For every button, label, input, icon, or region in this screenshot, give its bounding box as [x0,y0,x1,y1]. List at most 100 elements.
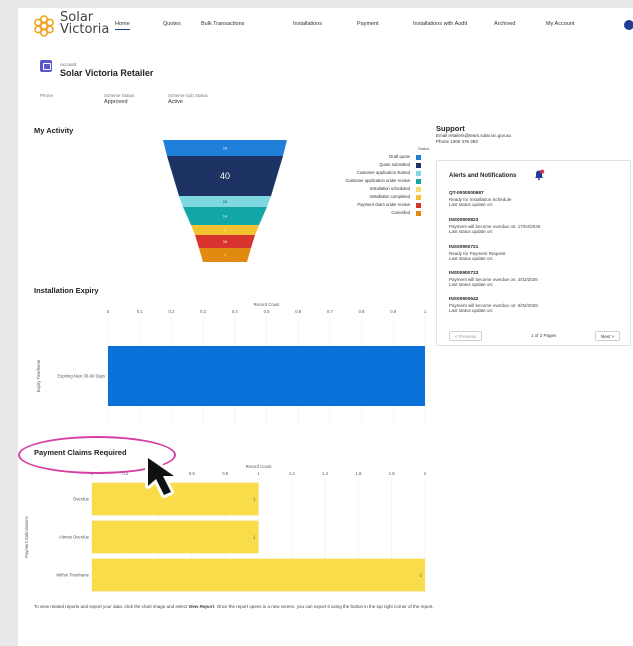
installation-expiry-title: Installation Expiry [34,286,99,295]
footnote-part-1: To view related reports and export your … [34,604,189,609]
nav-payment[interactable]: Payment [357,21,379,27]
legend-label: Cancelled [391,210,410,215]
bar[interactable] [108,346,425,406]
scheme-sub-status-value: Active [168,99,183,105]
nav-installations-with-audit[interactable]: Installations with Audit [413,21,467,27]
phone-label: Phone [40,93,54,98]
solar-victoria-logo-icon[interactable] [32,14,56,38]
funnel-value-label: 7 [224,253,226,257]
page-container: Solar Victoria Home Quotes Bulk Transact… [18,8,633,646]
y-category-label: Overdue [73,497,90,502]
legend-swatch [416,186,421,192]
support-email[interactable]: Email retailers@team.solar.vic.gov.au [436,133,511,138]
alerts-panel: Alerts and Notifications QT-0000000687 R… [436,160,631,346]
funnel-value-label: 14 [223,214,227,218]
x-tick-label: 1 [424,309,427,314]
nav-bulk-transactions[interactable]: Bulk Transactions [201,21,244,27]
x-axis-title: Record Count [254,302,281,307]
alert-code[interactable]: INS00900723 [449,271,478,276]
brand-name: Solar Victoria [60,11,110,37]
legend-label: Customer application under review [345,178,410,183]
legend-label: Installation scheduled [369,186,410,191]
x-tick-label: 0.7 [327,309,333,314]
nav-my-account[interactable]: My Account [546,21,574,27]
activity-funnel-chart[interactable]: 24 40 10 14 7 16 7 [138,140,318,270]
cursor-arrow-icon [145,455,177,498]
funnel-value-label: 24 [223,146,227,150]
bar[interactable] [92,520,259,554]
previous-page-button[interactable]: < Previous [449,331,483,341]
y-axis-title: Payment Submissions [24,516,29,557]
installation-expiry-chart[interactable]: Record Count 0 0.1 0.2 0.3 0.4 0.5 0.6 0.7 0.8 0.9… [18,296,438,436]
legend-label: Customer application started [356,170,410,175]
next-page-button[interactable]: Next > [595,331,621,341]
top-navigation-bar: Solar Victoria Home Quotes Bulk Transact… [18,8,633,44]
alert-code[interactable]: QT-0000000687 [449,191,484,196]
nav-installations[interactable]: Installations [293,21,322,27]
y-category-label: Almost Overdue [59,535,90,540]
y-category-label: Within Timeframe [56,573,89,578]
alert-status: Last status update on: [449,308,494,313]
legend-swatch [416,154,421,160]
account-label: Account [60,62,77,67]
alert-code[interactable]: INS00900721 [449,245,478,250]
x-tick-label: 1.2 [289,471,295,476]
x-tick-label: 0.9 [390,309,396,314]
funnel-value-label: 7 [224,228,226,232]
legend-swatch [416,202,421,208]
alert-status: Last status update on: [449,229,494,234]
scheme-sub-status-label: Scheme Sub Status [168,93,208,98]
legend-swatch [416,170,421,176]
alert-status: Last status update on: [449,282,494,287]
scheme-status-label: Scheme Status [104,93,135,98]
legend-swatch [416,178,421,184]
funnel-legend-title: Status [418,146,430,151]
funnel-value-label: 40 [220,171,230,181]
bell-icon [535,169,545,181]
pagination-text: 1 of 2 Pages [531,333,557,338]
alert-code[interactable]: INS00900642 [449,297,478,302]
legend-label: Draft quote [389,154,410,159]
x-tick-label: 1.4 [322,471,328,476]
x-tick-label: 0.2 [168,309,174,314]
my-activity-title: My Activity [34,126,74,135]
x-axis-title: Record Count [246,464,273,469]
legend-swatch [416,162,421,168]
footnote-part-2: . Once the report opens in a new screen,… [214,604,434,609]
x-tick-label: 2 [424,471,427,476]
funnel-value-label: 16 [223,240,227,244]
x-tick-label: 1 [257,471,260,476]
x-tick-label: 1.6 [355,471,361,476]
nav-home[interactable]: Home [115,21,130,30]
nav-archived[interactable]: Archived [494,21,515,27]
y-axis-title: Expiry Timeframe [36,359,41,392]
x-tick-label: 0.6 [295,309,301,314]
alert-status: Last status update on: [449,202,494,207]
account-icon [40,60,52,72]
x-tick-label: 1.8 [389,471,395,476]
legend-label: Installation completed [369,194,410,199]
alert-status: Last status update on: [449,256,494,261]
support-phone: Phone 1300 376 393 [436,139,478,144]
x-tick-label: 0.3 [200,309,206,314]
funnel-value-label: 10 [223,200,227,204]
x-tick-label: 0.8 [222,471,228,476]
user-avatar-icon[interactable] [624,20,633,30]
account-name: Solar Victoria Retailer [60,68,154,78]
nav-quotes[interactable]: Quotes [163,21,181,27]
alert-code[interactable]: INS00900823 [449,218,478,223]
bar[interactable] [92,558,425,592]
legend-label: Quote submitted [379,162,410,167]
x-tick-label: 0.1 [137,309,143,314]
legend-swatch [416,210,421,216]
brand-line-2: Victoria [60,22,110,37]
payment-claims-chart[interactable]: Record Count00.20.40.60.811.21.41.61.82P… [18,458,438,598]
alerts-title: Alerts and Notifications [449,173,517,179]
scheme-status-value: Approved [104,99,128,105]
x-tick-label: 0.8 [359,309,365,314]
footnote-text: To view related reports and export your … [34,604,474,610]
x-tick-label: 0.5 [264,309,270,314]
support-title: Support [436,124,465,133]
y-category-label: Expiring Next 30-60 Days [58,374,105,379]
legend-swatch [416,194,421,200]
